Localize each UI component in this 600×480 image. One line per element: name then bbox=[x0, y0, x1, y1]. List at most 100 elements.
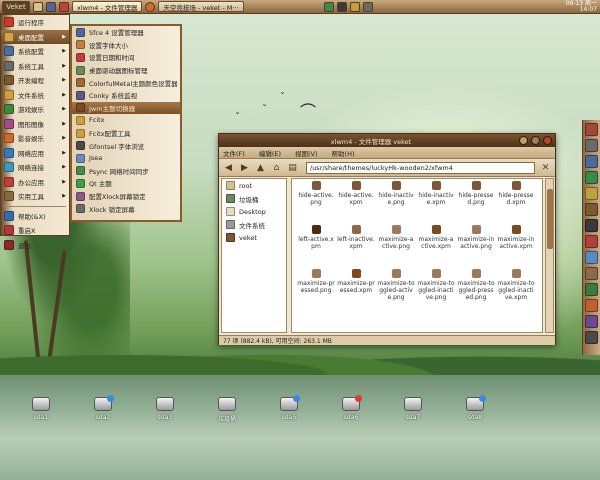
place-item[interactable]: Desktop bbox=[222, 205, 286, 218]
vertical-scrollbar[interactable] bbox=[545, 178, 554, 333]
input-method-tray-icon[interactable] bbox=[349, 1, 360, 12]
scrollbar-thumb[interactable] bbox=[547, 189, 553, 249]
desktop-drive-icon[interactable]: sda7 bbox=[398, 397, 428, 421]
dock-app-icon[interactable] bbox=[585, 219, 598, 232]
desktop-drive-icon[interactable]: 垃圾桶 bbox=[212, 397, 242, 423]
desktop-drive-icon[interactable]: sda2 bbox=[88, 395, 118, 421]
submenu-item[interactable]: Psync 网络时间同步 bbox=[72, 165, 180, 178]
submenu-item[interactable]: ColorfulMetal主题颜色设置器 bbox=[72, 76, 180, 89]
file-item[interactable]: maximize-toggled-inactive.png bbox=[416, 269, 456, 313]
folder-icon[interactable]: ▤ bbox=[286, 161, 299, 174]
file-item[interactable]: maximize-active.xpm bbox=[416, 225, 456, 269]
submenu-item[interactable]: Gfontsel 字体浏览 bbox=[72, 139, 180, 152]
place-item[interactable]: 垃圾桶 bbox=[222, 192, 286, 205]
file-item[interactable]: maximize-inactive.xpm bbox=[496, 225, 536, 269]
desktop-drive-icon[interactable]: sda5 bbox=[274, 395, 304, 421]
back-icon[interactable]: ◀ bbox=[222, 161, 235, 174]
network-tray-icon[interactable] bbox=[323, 1, 334, 12]
launcher-item[interactable]: 网络连接 ▶ bbox=[1, 160, 69, 175]
dock-app-icon[interactable] bbox=[585, 123, 598, 136]
submenu-item[interactable]: 桌面驱动器图标管理 bbox=[72, 64, 180, 77]
home-icon[interactable]: ⌂ bbox=[270, 161, 283, 174]
launcher-item[interactable]: 网络应用 ▶ bbox=[1, 146, 69, 161]
file-item[interactable]: maximize-toggled-active.png bbox=[376, 269, 416, 313]
submenu-item[interactable]: Conky 系统监视 bbox=[72, 89, 180, 102]
file-item[interactable]: maximize-pressed.png bbox=[296, 269, 336, 313]
submenu-item[interactable]: Jsea bbox=[72, 152, 180, 165]
submenu-item[interactable]: Qt 主题 bbox=[72, 177, 180, 190]
file-item[interactable]: hide-inactive.png bbox=[376, 181, 416, 225]
task-firefox[interactable]: 天空竞技场 - veket - M··· bbox=[158, 1, 244, 12]
submenu-item[interactable]: Fcitx配置工具 bbox=[72, 127, 180, 140]
file-item[interactable]: maximize-toggled-inactive.xpm bbox=[496, 269, 536, 313]
file-item[interactable]: hide-pressed.xpm bbox=[496, 181, 536, 225]
launcher-item[interactable]: 退出 bbox=[1, 238, 69, 253]
forward-icon[interactable]: ▶ bbox=[238, 161, 251, 174]
submenu-item[interactable]: Sfce 4 设置管理器 bbox=[72, 26, 180, 39]
menu-view[interactable]: 视图(V) bbox=[295, 148, 318, 158]
dock-app-icon[interactable] bbox=[585, 235, 598, 248]
terminal-icon[interactable] bbox=[46, 1, 56, 12]
launcher-item[interactable]: 游戏娱乐 ▶ bbox=[1, 102, 69, 117]
launcher-item[interactable]: 帮助(&X) bbox=[1, 209, 69, 224]
launcher-item[interactable]: 文件系统 ▶ bbox=[1, 88, 69, 103]
close-icon[interactable] bbox=[543, 136, 552, 145]
launcher-item[interactable]: 影音娱乐 ▶ bbox=[1, 131, 69, 146]
volume-tray-icon[interactable] bbox=[336, 1, 347, 12]
dock-app-icon[interactable] bbox=[585, 171, 598, 184]
file-item[interactable]: maximize-toggled-pressed.png bbox=[456, 269, 496, 313]
file-item[interactable]: maximize-inactive.png bbox=[456, 225, 496, 269]
launcher-item[interactable]: 实用工具 ▶ bbox=[1, 189, 69, 204]
submenu-item[interactable]: 配置Xlock屏幕锁定 bbox=[72, 190, 180, 203]
menu-edit[interactable]: 编辑(E) bbox=[259, 148, 281, 158]
launcher-item[interactable]: 开发编程 ▶ bbox=[1, 73, 69, 88]
launcher-item[interactable]: 运行程序 bbox=[1, 15, 69, 30]
dock-app-icon[interactable] bbox=[585, 187, 598, 200]
submenu-item[interactable]: 设置日期和时间 bbox=[72, 51, 180, 64]
task-file-manager[interactable]: xlwm4 - 文件管理器 bbox=[72, 1, 143, 12]
place-item[interactable]: root bbox=[222, 179, 286, 192]
menu-help[interactable]: 帮助(H) bbox=[332, 148, 355, 158]
dock-app-icon[interactable] bbox=[585, 155, 598, 168]
menu-file[interactable]: 文件(F) bbox=[223, 148, 245, 158]
up-icon[interactable]: ▲ bbox=[254, 161, 267, 174]
launcher-item[interactable]: 系统工具 ▶ bbox=[1, 59, 69, 74]
submenu-item[interactable]: Xlock 锁定屏幕 bbox=[72, 202, 180, 215]
place-item[interactable]: veket bbox=[222, 231, 286, 244]
path-input[interactable]: /usr/share/themes/luckyHk-wooden2/xfwm4 bbox=[306, 161, 535, 174]
desktop-drive-icon[interactable]: sda3 bbox=[150, 397, 180, 421]
home-icon[interactable] bbox=[33, 1, 43, 12]
dock-app-icon[interactable] bbox=[585, 299, 598, 312]
maximize-icon[interactable] bbox=[531, 136, 540, 145]
launcher-item[interactable]: 桌面配置 ▶ bbox=[1, 29, 69, 44]
start-button[interactable]: Veket bbox=[2, 0, 30, 13]
launcher-item[interactable]: 图形图像 ▶ bbox=[1, 117, 69, 132]
minimize-icon[interactable] bbox=[519, 136, 528, 145]
dock-app-icon[interactable] bbox=[585, 267, 598, 280]
desktop-drive-icon[interactable]: sda8 bbox=[460, 395, 490, 421]
dock-app-icon[interactable] bbox=[585, 315, 598, 328]
window-titlebar[interactable]: xlwm4 - 文件管理器 veket bbox=[219, 134, 555, 147]
place-item[interactable]: 文件系统 bbox=[222, 218, 286, 231]
file-item[interactable]: left-inactive.xpm bbox=[336, 225, 376, 269]
file-item[interactable]: hide-active.png bbox=[296, 181, 336, 225]
launcher-item[interactable]: 重启X bbox=[1, 223, 69, 238]
browser-icon[interactable] bbox=[59, 1, 69, 12]
clock[interactable]: 06-13 周一 14:07 bbox=[566, 0, 597, 13]
file-item[interactable]: hide-active.xpm bbox=[336, 181, 376, 225]
file-item[interactable]: hide-pressed.png bbox=[456, 181, 496, 225]
dock-app-icon[interactable] bbox=[585, 203, 598, 216]
submenu-item[interactable]: Fcitx bbox=[72, 114, 180, 127]
submenu-item[interactable]: Jwm主题切换器 bbox=[72, 101, 180, 115]
file-item[interactable]: hide-inactive.xpm bbox=[416, 181, 456, 225]
dock-app-icon[interactable] bbox=[585, 283, 598, 296]
monitor-tray-icon[interactable] bbox=[362, 1, 373, 12]
submenu-item[interactable]: 设置字体大小 bbox=[72, 39, 180, 52]
clear-path-icon[interactable]: ✕ bbox=[539, 161, 552, 174]
firefox-icon[interactable] bbox=[145, 1, 156, 12]
dock-app-icon[interactable] bbox=[585, 139, 598, 152]
dock-app-icon[interactable] bbox=[585, 331, 598, 344]
desktop-drive-icon[interactable]: sda6 bbox=[336, 395, 366, 421]
file-item[interactable]: maximize-active.png bbox=[376, 225, 416, 269]
dock-app-icon[interactable] bbox=[585, 251, 598, 264]
